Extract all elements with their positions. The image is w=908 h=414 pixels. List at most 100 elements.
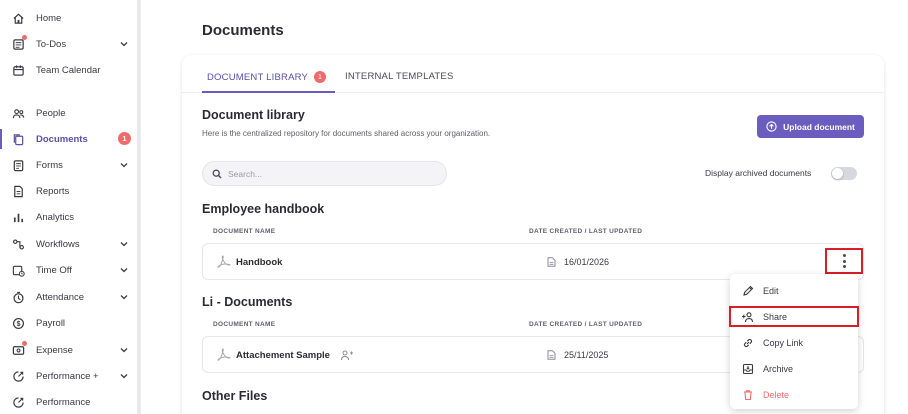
sidebar-item-attendance[interactable]: Attendance [0,284,139,310]
notification-dot [22,341,27,346]
performance-plus-icon [11,369,25,383]
analytics-icon [11,210,25,224]
link-icon [743,338,753,348]
upload-document-button[interactable]: Upload document [757,115,864,138]
sidebar-item-label: People [36,107,66,119]
toggle-knob [832,168,843,179]
reports-icon [11,184,25,198]
upload-cloud-icon [766,121,777,132]
sidebar-item-forms[interactable]: Forms [0,152,139,178]
tab-label: DOCUMENT LIBRARY [207,71,309,83]
document-name: Attachement Sample [236,350,330,361]
tab-internal-templates[interactable]: INTERNAL TEMPLATES [345,71,453,82]
sidebar-item-workflows[interactable]: Workflows [0,231,139,257]
document-name: Handbook [236,257,283,268]
tab-bar: DOCUMENT LIBRARY 1 INTERNAL TEMPLATES [182,55,884,93]
section-title-employee-handbook: Employee handbook [202,202,325,216]
menu-item-edit[interactable]: Edit [730,278,858,304]
menu-item-copy-link[interactable]: Copy Link [730,330,858,356]
attendance-icon [11,290,25,304]
library-title: Document library [202,108,305,122]
document-date-text: 16/01/2026 [564,257,610,267]
file-icon [547,350,556,360]
sidebar-item-analytics[interactable]: Analytics [0,204,139,230]
sidebar-item-reports[interactable]: Reports [0,178,139,204]
chevron-down-icon[interactable] [119,371,129,381]
sidebar-item-documents[interactable]: Documents 1 [0,126,139,152]
active-tab-indicator [202,91,335,93]
menu-item-label: Share [763,311,788,322]
search-box [202,161,447,186]
column-header-date: DATE CREATED / LAST UPDATED [529,228,643,235]
menu-item-label: Copy Link [763,338,804,348]
todo-icon [11,35,27,51]
display-archived-toggle[interactable] [831,167,857,180]
document-context-menu: Edit Share Copy Link Archive Delete [729,274,859,409]
kebab-menu-icon [842,254,846,268]
sidebar-item-label: Performance [36,396,91,408]
upload-document-label: Upload document [783,121,855,132]
tab-label: INTERNAL TEMPLATES [345,71,454,82]
library-subtitle: Here is the centralized repository for d… [202,129,491,138]
sidebar-item-payroll[interactable]: $ Payroll [0,310,139,336]
forms-icon [11,158,25,172]
document-date: 16/01/2026 [547,257,609,267]
chevron-down-icon[interactable] [119,265,129,275]
chevron-down-icon[interactable] [119,292,129,302]
tab-count-badge: 1 [314,71,327,83]
trash-icon [744,390,752,401]
sidebar-item-to-dos[interactable]: To-Dos [0,31,139,57]
sidebar-item-home[interactable]: Home [0,5,139,31]
sidebar-item-label: Home [36,12,62,24]
chevron-down-icon[interactable] [119,345,129,355]
expense-icon [11,341,27,357]
notification-dot [22,35,27,40]
archived-toggle-label: Display archived documents [705,168,812,178]
tab-document-library[interactable]: DOCUMENT LIBRARY 1 [207,71,327,83]
menu-item-archive[interactable]: Archive [730,356,858,382]
sidebar-item-label: Time Off [36,264,72,276]
search-input[interactable] [228,168,428,179]
sidebar-item-expense[interactable]: Expense [0,337,139,363]
menu-item-share[interactable]: Share [729,306,859,327]
sidebar-item-label: Documents [36,133,88,145]
calendar-icon [11,63,25,77]
share-user-icon [742,311,754,322]
sidebar-item-team-calendar[interactable]: Team Calendar [0,57,139,83]
svg-text:$: $ [16,320,20,327]
chevron-down-icon[interactable] [119,39,129,49]
chevron-down-icon[interactable] [119,160,129,170]
sidebar-item-label: Team Calendar [36,64,101,76]
menu-item-label: Delete [763,390,790,400]
sidebar: Home To-Dos Team Calendar People Documen… [0,0,141,414]
pencil-icon [743,285,754,296]
file-icon [547,257,556,267]
menu-item-delete[interactable]: Delete [730,382,858,408]
workflows-icon [11,237,25,251]
more-options-button[interactable] [825,248,863,274]
shared-user-icon [341,350,353,361]
sidebar-item-people[interactable]: People [0,100,139,126]
document-date: 25/11/2025 [547,350,608,360]
pdf-icon [217,348,231,361]
section-title-other-files: Other Files [202,389,268,403]
document-date-text: 25/11/2025 [564,350,609,360]
chevron-down-icon[interactable] [119,239,129,249]
page-title: Documents [202,22,284,39]
menu-item-label: Archive [763,364,794,374]
sidebar-item-label: Reports [36,185,70,197]
sidebar-item-label: Forms [36,159,63,171]
sidebar-item-label: Workflows [36,238,80,250]
pdf-icon [217,255,231,268]
sidebar-item-label: Expense [36,344,73,356]
sidebar-item-time-off[interactable]: Time Off [0,257,139,283]
sidebar-item-performance[interactable]: Performance [0,389,139,414]
column-header-document-name: DOCUMENT NAME [213,321,276,328]
sidebar-item-label: Analytics [36,211,75,223]
sidebar-item-label: Performance + [36,370,99,382]
sidebar-item-performance-plus[interactable]: Performance + [0,363,139,389]
documents-count-badge: 1 [118,132,131,145]
column-header-date: DATE CREATED / LAST UPDATED [529,321,643,328]
people-icon [11,106,25,120]
column-header-document-name: DOCUMENT NAME [213,228,276,235]
